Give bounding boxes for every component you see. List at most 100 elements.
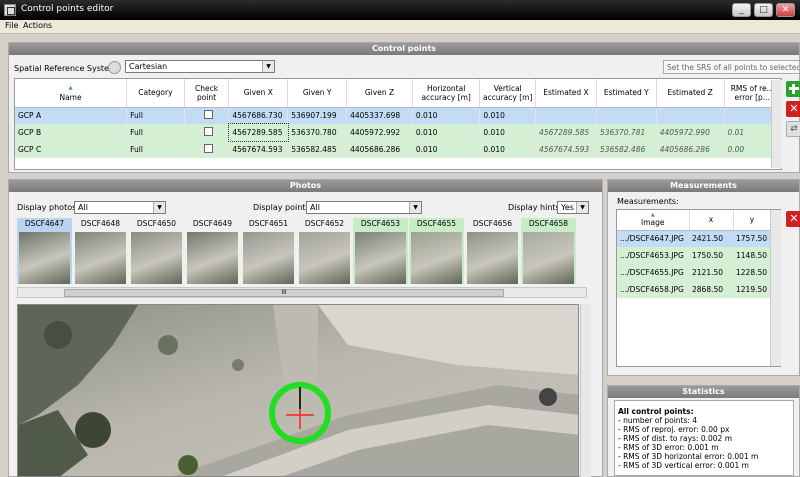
display-points-select[interactable]: All ▼ (306, 201, 422, 214)
cell-image[interactable]: .../DSCF4647.JPG (617, 230, 689, 247)
measurement-row[interactable]: .../DSCF4655.JPG 2121.50 1228.50 (617, 264, 771, 281)
cell-gz[interactable]: 4405686.286 (346, 141, 413, 158)
col-given-x[interactable]: Given X (228, 79, 289, 108)
cell-ey[interactable]: 536582.486 (596, 141, 657, 158)
measurements-scrollbar[interactable] (770, 210, 781, 366)
globe-icon[interactable] (108, 61, 121, 74)
cell-category[interactable]: Full (126, 124, 185, 141)
cell-ex[interactable] (535, 107, 597, 124)
cell-y[interactable]: 1219.50 (733, 281, 771, 298)
photo-viewer[interactable] (17, 304, 579, 477)
cell-y[interactable]: 1757.50 (733, 230, 771, 247)
cell-check[interactable] (184, 124, 230, 141)
measurement-row[interactable]: .../DSCF4647.JPG 2421.50 1757.50 (617, 230, 771, 247)
cell-va[interactable]: 0.010 (479, 141, 537, 158)
control-point-row[interactable]: GCP B Full 4567289.585 536370.780 4405972.99… (15, 123, 781, 142)
cell-name[interactable]: GCP A (15, 107, 128, 124)
cell-ez[interactable] (656, 107, 725, 124)
col-estimated-x[interactable]: Estimated X (535, 79, 597, 108)
cell-image[interactable]: .../DSCF4653.JPG (617, 247, 689, 264)
cell-gz[interactable]: 4405972.992 (346, 124, 413, 141)
check-point-checkbox[interactable] (203, 127, 213, 136)
cell-ha[interactable]: 0.010 (412, 141, 481, 158)
cell-ha[interactable]: 0.010 (412, 107, 481, 124)
photo-thumbnail[interactable]: DSCF4658 (521, 218, 576, 284)
photo-thumbnail[interactable]: DSCF4651 (241, 218, 296, 284)
cell-x[interactable]: 2121.50 (689, 264, 733, 281)
photo-thumbnail[interactable]: DSCF4648 (73, 218, 128, 284)
cell-va[interactable]: 0.010 (479, 124, 537, 141)
delete-measurement-button[interactable]: ✕ (786, 211, 800, 227)
cell-image[interactable]: .../DSCF4658.JPG (617, 281, 689, 298)
cell-check[interactable] (184, 141, 230, 158)
cell-ex[interactable]: 4567289.585 (535, 124, 597, 141)
photo-thumbnail[interactable]: DSCF4655 (409, 218, 464, 284)
cell-check[interactable] (184, 107, 230, 124)
photos-scrollbar[interactable]: III (17, 287, 587, 298)
cell-x[interactable]: 2421.50 (689, 230, 733, 247)
cell-y[interactable]: 1228.50 (733, 264, 771, 281)
measurement-row[interactable]: .../DSCF4658.JPG 2868.50 1219.50 (617, 281, 771, 298)
cell-gx[interactable]: 4567674.593 (228, 141, 289, 158)
col-x[interactable]: x (689, 210, 734, 231)
cell-category[interactable]: Full (126, 107, 185, 124)
cell-image[interactable]: .../DSCF4655.JPG (617, 264, 689, 281)
photo-viewer-scrollbar[interactable] (580, 304, 591, 477)
menu-file[interactable]: File (5, 21, 18, 30)
close-button[interactable]: ✕ (776, 3, 795, 17)
cell-x[interactable]: 1750.50 (689, 247, 733, 264)
col-horizontal-accuracy[interactable]: Horizontal accuracy [m] (412, 79, 481, 108)
menu-actions[interactable]: Actions (23, 21, 52, 30)
control-point-row[interactable]: GCP C Full 4567674.593 536582.485 4405686.28… (15, 141, 781, 158)
cell-ey[interactable]: 536370.781 (596, 124, 657, 141)
col-name[interactable]: ▲ Name (15, 79, 128, 108)
col-check-point[interactable]: Check point (184, 79, 230, 108)
col-given-z[interactable]: Given Z (346, 79, 413, 108)
cell-gy[interactable]: 536582.485 (287, 141, 348, 158)
photo-thumbnail[interactable]: DSCF4647 (17, 218, 72, 284)
photos-scrollbar-thumb[interactable]: III (64, 289, 504, 297)
measurement-row[interactable]: .../DSCF4653.JPG 1750.50 1148.50 (617, 247, 771, 264)
cell-ex[interactable]: 4567674.593 (535, 141, 597, 158)
cell-ez[interactable]: 4405972.990 (656, 124, 725, 141)
col-estimated-y[interactable]: Estimated Y (596, 79, 657, 108)
cell-ez[interactable]: 4405686.286 (656, 141, 725, 158)
display-hints-select[interactable]: Yes ▼ (557, 201, 589, 214)
col-category[interactable]: Category (126, 79, 185, 108)
control-point-row[interactable]: GCP A Full 4567686.730 536907.199 4405337.69… (15, 107, 781, 124)
import-points-button[interactable]: ⇄ (786, 121, 800, 137)
cell-gy[interactable]: 536370.780 (287, 124, 348, 141)
photo-thumbnail[interactable]: DSCF4653 (353, 218, 408, 284)
cell-name[interactable]: GCP C (15, 141, 128, 158)
add-point-button[interactable] (786, 81, 800, 97)
cell-gy[interactable]: 536907.199 (287, 107, 348, 124)
check-point-checkbox[interactable] (203, 110, 213, 120)
cell-y[interactable]: 1148.50 (733, 247, 771, 264)
check-point-checkbox[interactable] (203, 144, 213, 153)
cell-gx[interactable]: 4567289.585 (227, 123, 289, 142)
col-given-y[interactable]: Given Y (287, 79, 348, 108)
col-estimated-z[interactable]: Estimated Z (656, 79, 725, 108)
cell-ey[interactable] (596, 107, 657, 124)
col-y[interactable]: y (733, 210, 772, 231)
cell-ha[interactable]: 0.010 (412, 124, 481, 141)
control-points-scrollbar[interactable] (771, 80, 782, 168)
col-vertical-accuracy[interactable]: Vertical accuracy [m] (479, 79, 537, 108)
cell-gx[interactable]: 4567686.730 (228, 107, 289, 124)
cell-name[interactable]: GCP B (15, 124, 128, 141)
photo-thumbnail[interactable]: DSCF4656 (465, 218, 520, 284)
cell-category[interactable]: Full (126, 141, 185, 158)
cell-gz[interactable]: 4405337.698 (346, 107, 413, 124)
minimize-button[interactable]: _ (732, 3, 751, 17)
maximize-button[interactable]: □ (754, 3, 773, 17)
photo-thumbnail[interactable]: DSCF4649 (185, 218, 240, 284)
srs-select[interactable]: Cartesian ▼ (125, 60, 275, 73)
photo-thumbnail[interactable]: DSCF4650 (129, 218, 184, 284)
col-image[interactable]: ▲ Image (617, 210, 690, 231)
set-srs-button[interactable]: Set the SRS of all points to selected on… (663, 60, 800, 74)
cell-x[interactable]: 2868.50 (689, 281, 733, 298)
delete-point-button[interactable]: ✕ (786, 101, 800, 117)
display-photos-select[interactable]: All ▼ (74, 201, 166, 214)
cell-va[interactable]: 0.010 (479, 107, 537, 124)
photo-thumbnail[interactable]: DSCF4652 (297, 218, 352, 284)
